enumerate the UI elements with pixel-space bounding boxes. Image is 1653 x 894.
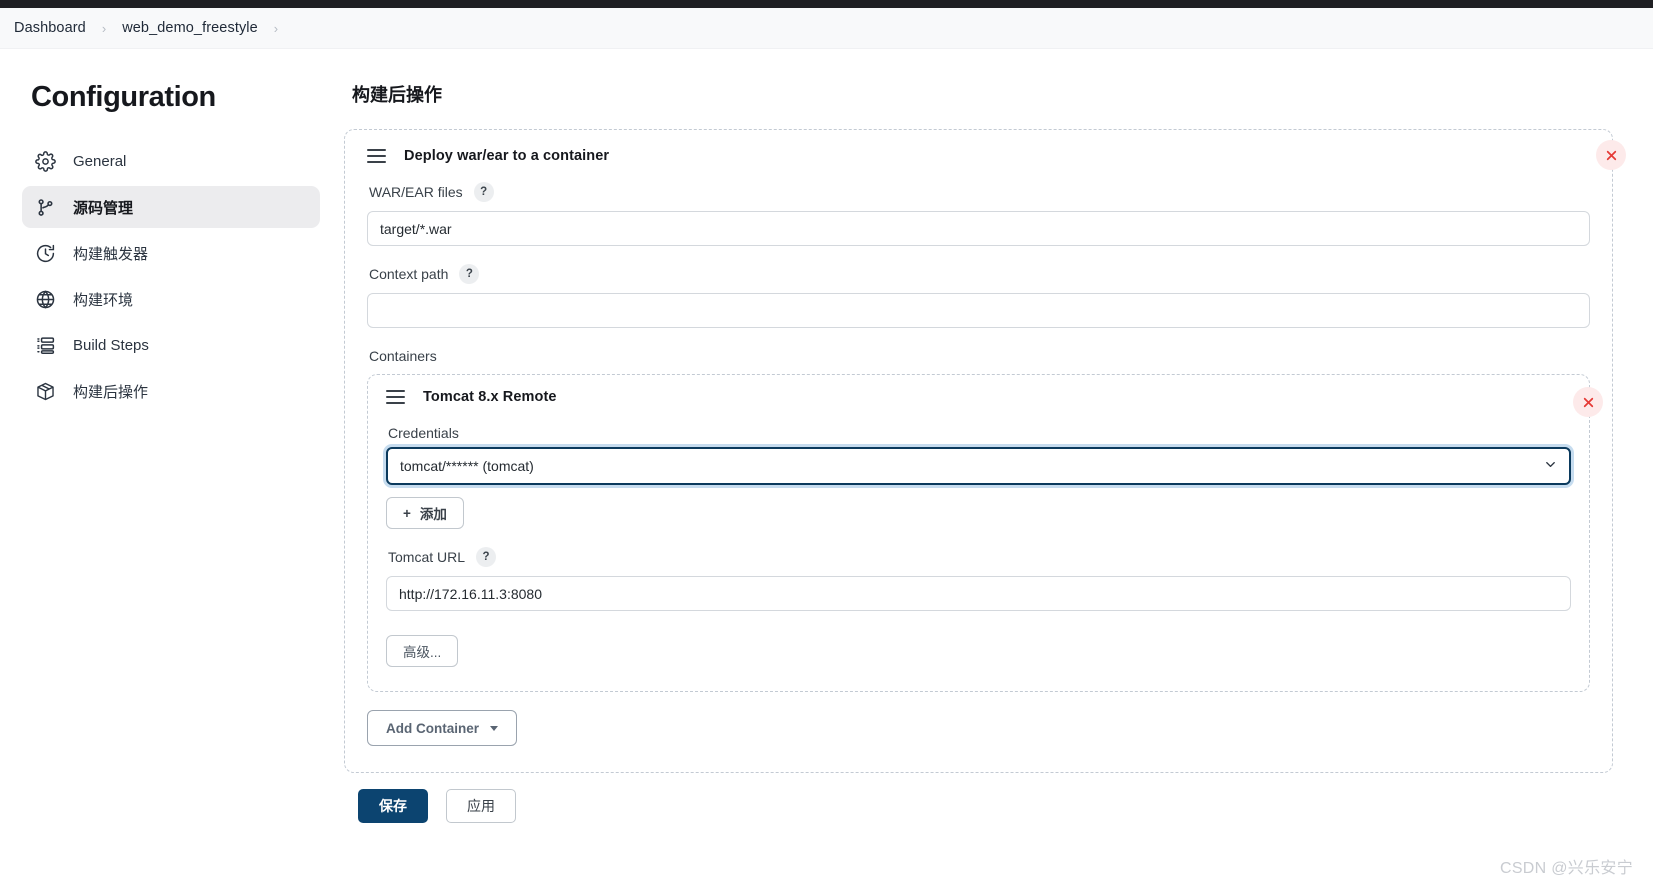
add-credentials-label: 添加 xyxy=(419,507,447,522)
globe-icon xyxy=(34,288,56,310)
branch-icon xyxy=(34,196,56,218)
page-title: Configuration xyxy=(31,81,216,113)
clock-icon xyxy=(34,242,56,264)
help-icon-tomcat-url[interactable]: ? xyxy=(476,547,497,567)
publisher-title: Deploy war/ear to a container xyxy=(404,148,610,164)
apply-button[interactable]: 应用 xyxy=(446,789,516,823)
breadcrumb-item-dashboard[interactable]: Dashboard xyxy=(14,20,86,36)
advanced-button[interactable]: 高级... xyxy=(386,635,459,667)
sidebar-item-post-build-actions[interactable]: 构建后操作 xyxy=(22,370,320,412)
sidebar-item-scm[interactable]: 源码管理 xyxy=(22,186,320,228)
war-files-label: WAR/EAR files xyxy=(369,184,463,200)
sidebar-item-build-steps[interactable]: Build Steps xyxy=(22,324,320,366)
sidebar-item-label-build-steps: Build Steps xyxy=(73,336,149,354)
page-body: Configuration General 源码管理 构建触发器 构建环境 Bu… xyxy=(0,49,1653,894)
container-header: Tomcat 8.x Remote xyxy=(386,389,1571,405)
container-panel: Tomcat 8.x Remote Credentials tomcat/***… xyxy=(367,374,1603,692)
credentials-select[interactable]: tomcat/****** (tomcat) xyxy=(386,447,1571,485)
close-icon[interactable] xyxy=(1596,140,1626,170)
close-icon[interactable] xyxy=(1573,387,1603,417)
main-content: 构建后操作 Deploy war/ear to a container WAR/… xyxy=(340,49,1653,894)
war-files-label-row: WAR/EAR files ? xyxy=(369,182,1590,202)
context-path-label-row: Context path ? xyxy=(369,264,1590,284)
sidebar-item-general[interactable]: General xyxy=(22,140,320,182)
sidebar-item-label-scm: 源码管理 xyxy=(73,199,134,217)
sidebar-item-build-environment[interactable]: 构建环境 xyxy=(22,278,320,320)
containers-label: Containers xyxy=(369,348,437,364)
breadcrumb: Dashboard › web_demo_freestyle › xyxy=(0,8,1653,49)
plus-icon: + xyxy=(403,505,411,521)
section-title: 构建后操作 xyxy=(352,85,442,105)
tomcat-url-label: Tomcat URL xyxy=(388,549,466,565)
breadcrumb-separator-2: › xyxy=(273,20,279,36)
breadcrumb-item-job[interactable]: web_demo_freestyle xyxy=(122,20,258,36)
drag-handle-icon[interactable] xyxy=(386,390,405,404)
chevron-down-icon xyxy=(490,725,498,731)
list-icon xyxy=(34,334,56,356)
help-icon-war-files[interactable]: ? xyxy=(473,182,494,202)
context-path-input[interactable] xyxy=(367,293,1590,328)
save-button[interactable]: 保存 xyxy=(358,789,428,823)
publisher-header: Deploy war/ear to a container xyxy=(367,148,1590,164)
context-path-label: Context path xyxy=(369,266,449,282)
breadcrumb-separator: › xyxy=(101,20,107,36)
add-credentials-button[interactable]: + 添加 xyxy=(386,497,464,529)
sidebar-item-label-post-build-actions: 构建后操作 xyxy=(73,383,149,401)
sidebar: Configuration General 源码管理 构建触发器 构建环境 Bu… xyxy=(0,49,340,894)
war-files-input[interactable] xyxy=(367,211,1590,246)
tomcat-url-input[interactable] xyxy=(386,576,1571,611)
help-icon-context-path[interactable]: ? xyxy=(459,264,480,284)
add-container-button[interactable]: Add Container xyxy=(367,710,517,746)
sidebar-item-label-build-environment: 构建环境 xyxy=(73,291,134,309)
sidebar-item-label-build-triggers: 构建触发器 xyxy=(73,245,149,263)
credentials-select-wrap: tomcat/****** (tomcat) xyxy=(386,447,1571,485)
package-icon xyxy=(34,380,56,402)
publisher-panel: Deploy war/ear to a container WAR/EAR fi… xyxy=(344,129,1626,773)
form-footer: 保存 应用 xyxy=(344,773,1613,823)
tomcat-url-label-row: Tomcat URL ? xyxy=(388,547,1571,567)
window-top-strip xyxy=(0,0,1653,8)
add-container-label: Add Container xyxy=(386,720,479,736)
credentials-label: Credentials xyxy=(388,425,459,441)
gear-icon xyxy=(34,150,56,172)
drag-handle-icon[interactable] xyxy=(367,149,386,163)
container-title: Tomcat 8.x Remote xyxy=(423,389,557,405)
watermark: CSDN @兴乐安宁 xyxy=(1499,860,1633,877)
sidebar-item-label-general: General xyxy=(73,152,127,170)
sidebar-item-build-triggers[interactable]: 构建触发器 xyxy=(22,232,320,274)
